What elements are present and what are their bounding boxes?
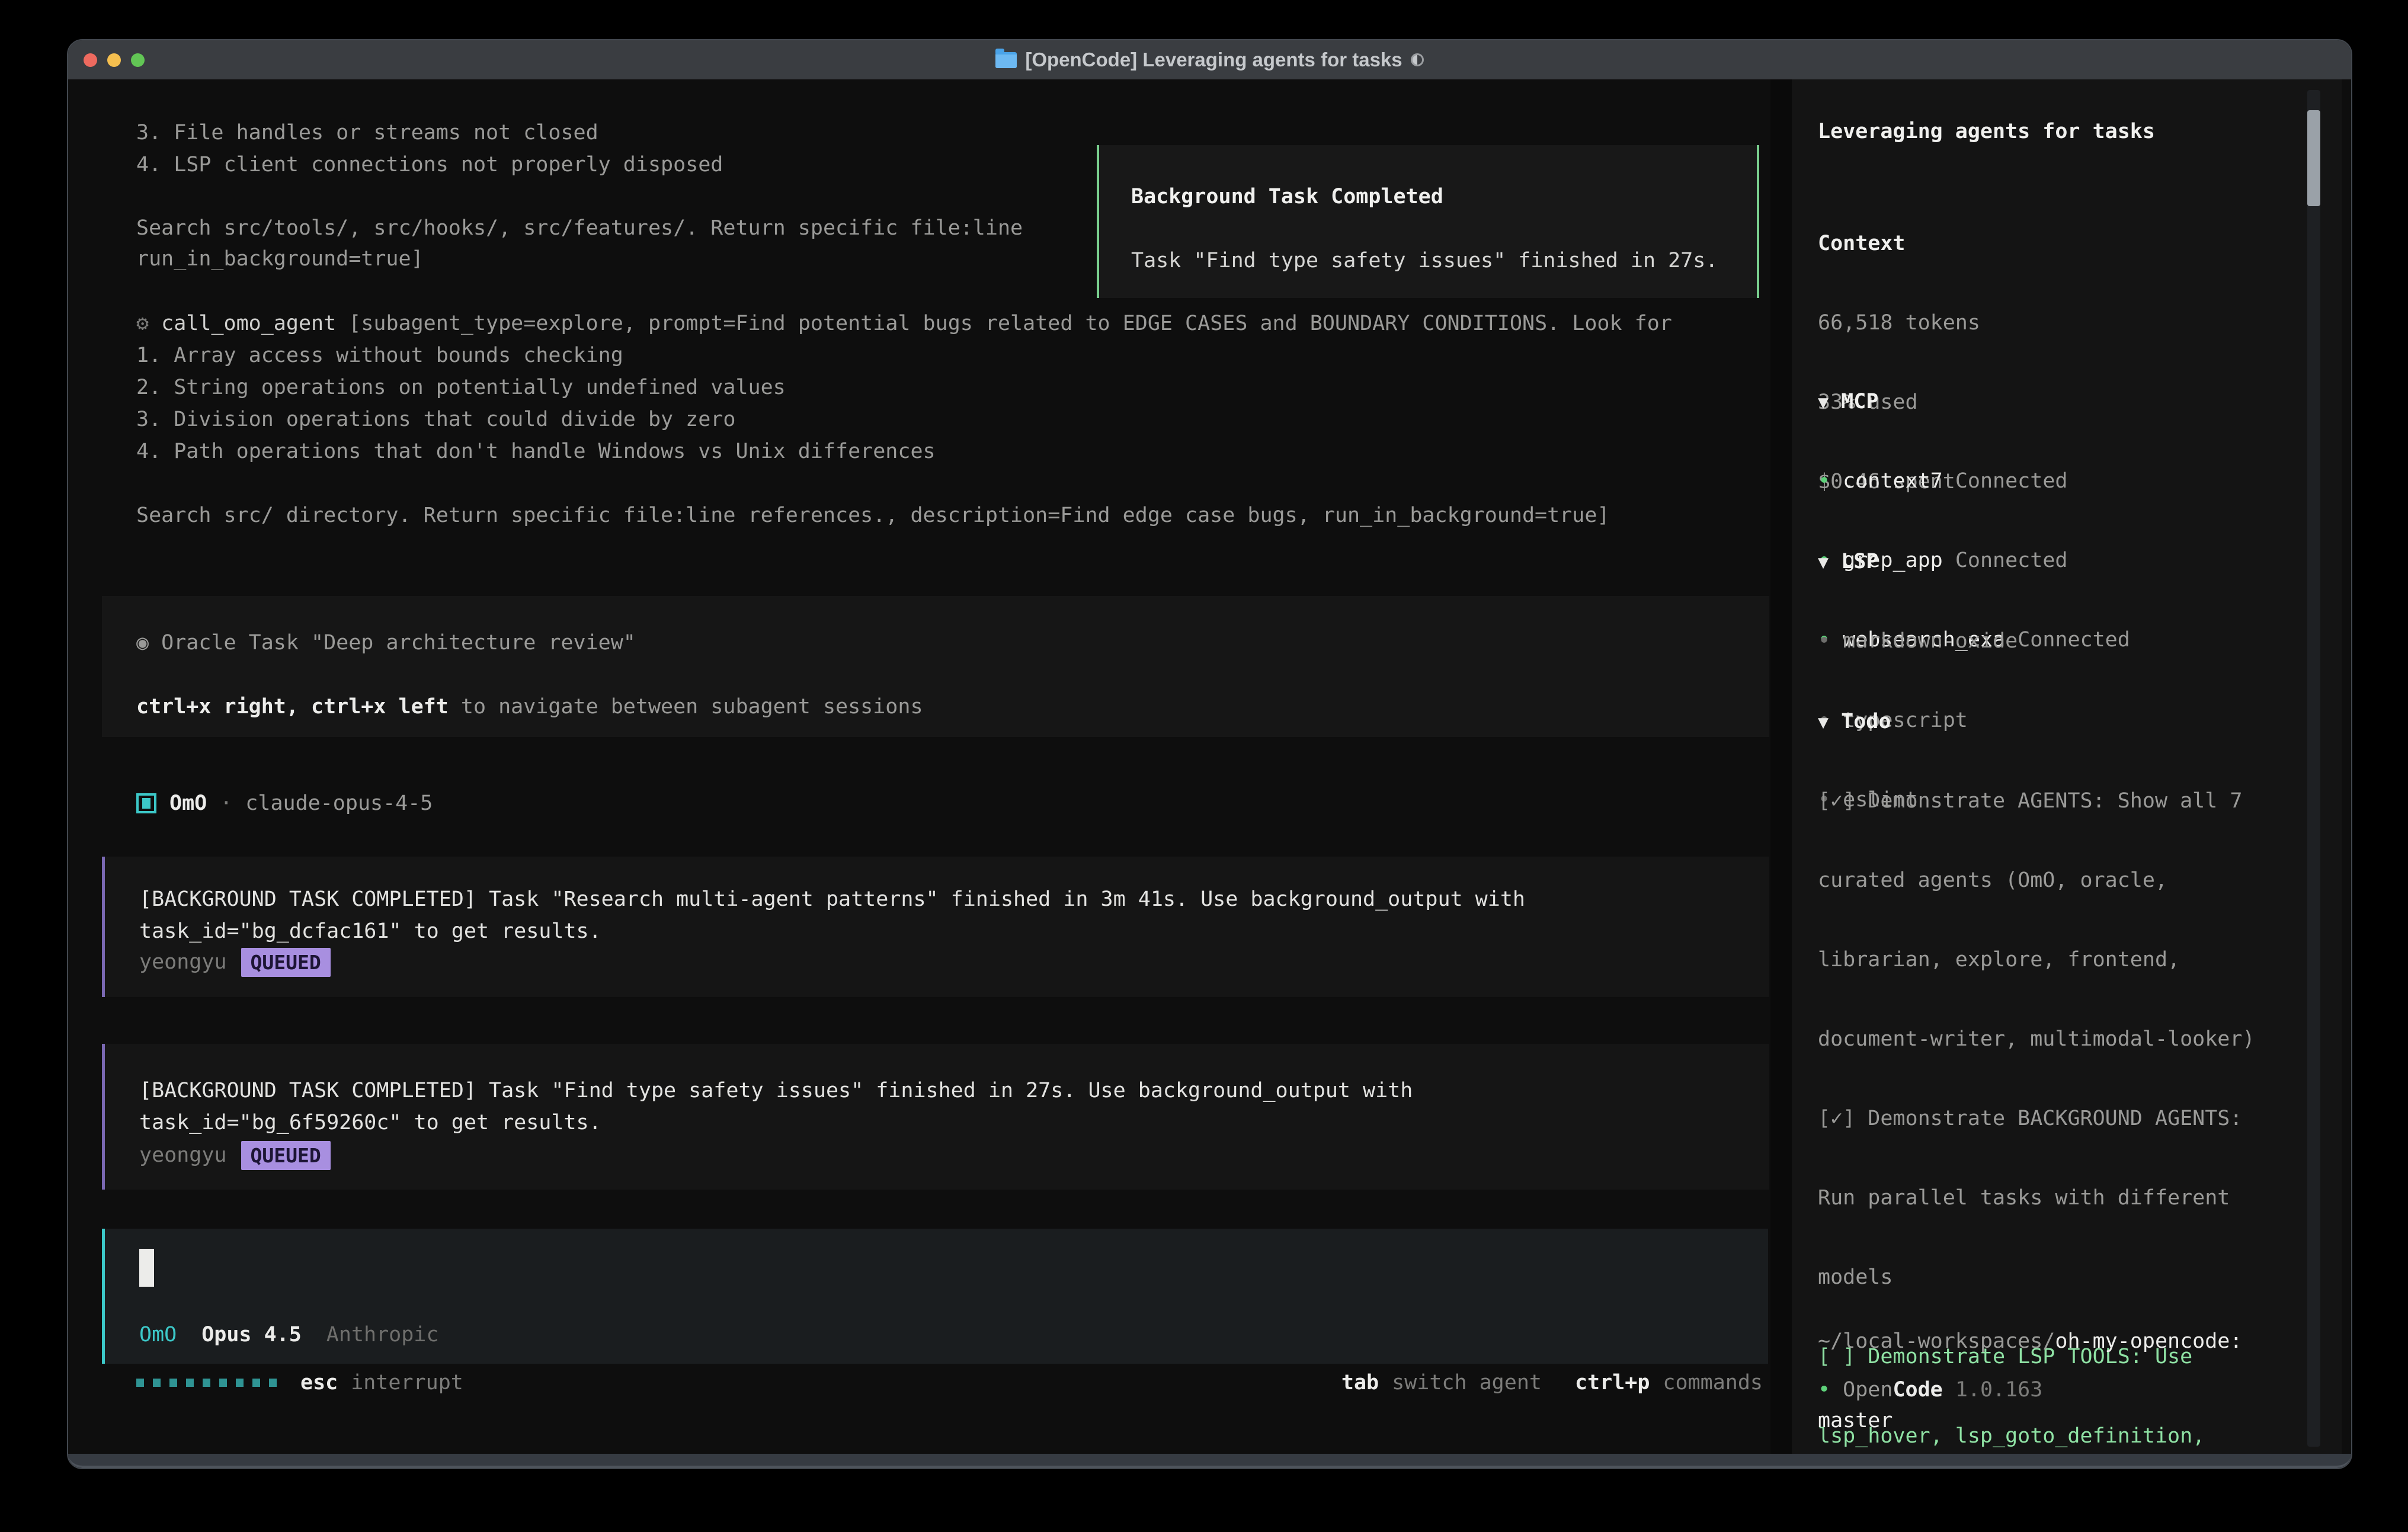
tool-call-item: 3. Division operations that could divide… [136, 403, 735, 435]
todo-line: [✓] Demonstrate AGENTS: Show all 7 [1818, 785, 2280, 817]
gear-icon: ⚙ [136, 312, 149, 335]
lsp-item: • markdown-oxide [1818, 625, 2018, 657]
desktop: [OpenCode] Leveraging agents for tasks 3… [0, 0, 2408, 1532]
loading-circle-icon [1411, 53, 1424, 66]
mcp-item: • context7 Connected [1818, 465, 2130, 497]
todo-line: Run parallel tasks with different [1818, 1182, 2280, 1214]
tool-call-item: 4. Path operations that don't handle Win… [136, 435, 936, 467]
zoom-button[interactable] [131, 53, 145, 67]
record-icon: ◉ [136, 631, 149, 655]
close-button[interactable] [84, 53, 97, 67]
model-name: claude-opus-4-5 [245, 791, 433, 815]
app-window: [OpenCode] Leveraging agents for tasks 3… [67, 39, 2352, 1469]
chevron-down-icon: ▼ [1818, 392, 1829, 413]
agent-model-line: OmO · claude-opus-4-5 [136, 787, 433, 819]
context-heading: Context [1818, 227, 1980, 259]
transcript-line: 4. LSP client connections not properly d… [136, 149, 723, 181]
git-branch: master [1818, 1405, 2242, 1437]
bg-task-message: [BACKGROUND TASK COMPLETED] Task "Find t… [102, 1044, 1769, 1190]
lsp-section-header[interactable]: ▼ LSP [1818, 546, 2018, 578]
tool-call-item: 2. String operations on potentially unde… [136, 371, 786, 403]
context-tokens: 66,518 tokens [1818, 307, 1980, 339]
transcript-line: 3. File handles or streams not closed [136, 117, 598, 149]
active-model: Opus 4.5 [201, 1323, 302, 1347]
tool-call-args: [subagent_type=explore, prompt=Find pote… [336, 312, 1672, 335]
progress-dots-icon [136, 1379, 277, 1387]
todo-line: [✓] Demonstrate BACKGROUND AGENTS: [1818, 1102, 2280, 1134]
window-bottom-edge [68, 1454, 2351, 1468]
input-footer: OmO Opus 4.5 Anthropic [139, 1319, 438, 1351]
tool-call-line: ⚙ call_omo_agent [subagent_type=explore,… [136, 307, 1672, 339]
active-agent: OmO [139, 1323, 177, 1347]
toast-notification[interactable]: Background Task Completed Task "Find typ… [1097, 145, 1759, 298]
bg-task-meta: yeongyu QUEUED [139, 943, 331, 981]
sidebar: Leveraging agents for tasks Context 66,5… [1792, 79, 2342, 1455]
bg-task-message: [BACKGROUND TASK COMPLETED] Task "Resear… [102, 857, 1769, 997]
bullet-icon: • [1818, 629, 1830, 653]
todo-line: document-writer, multimodal-looker) [1818, 1023, 2280, 1055]
tool-call-tail: Search src/ directory. Return specific f… [136, 499, 1609, 531]
esc-key-hint: esc [300, 1371, 338, 1395]
version-line: • OpenCode 1.0.163 [1818, 1374, 2042, 1406]
oracle-task-title: ◉ Oracle Task "Deep architecture review" [136, 627, 636, 659]
folder-icon [995, 52, 1017, 68]
status-bar: esc interrupt tab switch agent ctrl+p co… [136, 1367, 1763, 1399]
tool-call-item: 1. Array access without bounds checking [136, 339, 623, 371]
todo-section-header[interactable]: ▼ Todo [1818, 706, 2280, 738]
bg-task-line: task_id="bg_6f59260c" to get results. [139, 1107, 601, 1139]
text-cursor [139, 1249, 154, 1287]
bg-task-line: [BACKGROUND TASK COMPLETED] Task "Find t… [139, 1075, 1413, 1107]
panel-divider [1770, 79, 1792, 1455]
traffic-lights [84, 40, 145, 79]
status-badge: QUEUED [241, 948, 331, 977]
username: yeongyu [139, 950, 227, 974]
tool-call-name: call_omo_agent [161, 312, 336, 335]
username: yeongyu [139, 1143, 227, 1167]
esc-key-label: interrupt [351, 1371, 463, 1395]
tab-key-hint: tab [1341, 1371, 1379, 1395]
bullet-icon: • [1818, 1378, 1830, 1402]
sidebar-scrollbar-thumb[interactable] [2307, 110, 2320, 206]
chevron-down-icon: ▼ [1818, 552, 1829, 573]
session-title: Leveraging agents for tasks [1818, 116, 2155, 148]
oracle-task-hint: ctrl+x right, ctrl+x left to navigate be… [136, 691, 923, 723]
model-provider: Anthropic [326, 1323, 439, 1347]
workspace-path: ~/local-workspaces/oh-my-opencode: [1818, 1325, 2242, 1357]
window-titlebar[interactable]: [OpenCode] Leveraging agents for tasks [68, 40, 2351, 79]
bg-task-meta: yeongyu QUEUED [139, 1136, 331, 1174]
shortcut-keys: ctrl+x right, ctrl+x left [136, 695, 449, 719]
transcript-line: Search src/tools/, src/hooks/, src/featu… [136, 212, 1023, 244]
window-title-row: [OpenCode] Leveraging agents for tasks [995, 49, 1423, 71]
todo-line: curated agents (OmO, oracle, [1818, 864, 2280, 896]
ctrlp-key-label: commands [1663, 1371, 1763, 1395]
prompt-input[interactable]: OmO Opus 4.5 Anthropic [102, 1229, 1768, 1364]
bg-task-line: [BACKGROUND TASK COMPLETED] Task "Resear… [139, 883, 1525, 915]
bullet-icon: • [1818, 469, 1830, 493]
window-title: [OpenCode] Leveraging agents for tasks [1025, 49, 1402, 71]
agent-name: OmO [169, 791, 207, 815]
bg-task-line: task_id="bg_dcfac161" to get results. [139, 915, 601, 947]
status-badge: QUEUED [241, 1141, 331, 1170]
toast-body: Task "Find type safety issues" finished … [1131, 245, 1757, 277]
tab-key-label: switch agent [1392, 1371, 1542, 1395]
toast-title: Background Task Completed [1131, 181, 1757, 213]
oracle-task-box[interactable]: ◉ Oracle Task "Deep architecture review"… [102, 596, 1769, 737]
minimize-button[interactable] [107, 53, 121, 67]
transcript-line: run_in_background=true] [136, 243, 424, 275]
sidebar-scrollbar[interactable] [2307, 90, 2320, 1447]
mcp-section-header[interactable]: ▼ MCP [1818, 386, 2130, 418]
omo-agent-icon [136, 793, 156, 813]
chevron-down-icon: ▼ [1818, 712, 1829, 733]
separator-dot: · [220, 791, 232, 815]
ctrlp-key-hint: ctrl+p [1575, 1371, 1650, 1395]
todo-line: librarian, explore, frontend, [1818, 944, 2280, 976]
